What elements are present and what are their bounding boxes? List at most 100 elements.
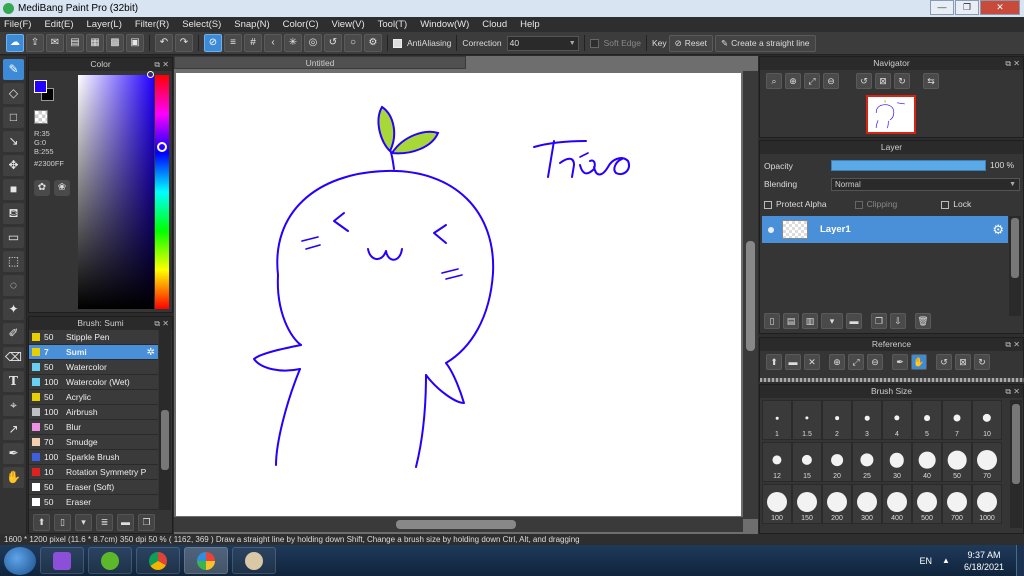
zoom-out-icon[interactable]: ⊖ bbox=[867, 354, 883, 370]
add-layer-menu-icon[interactable]: ▾ bbox=[821, 313, 843, 329]
scrollbar-thumb[interactable] bbox=[1011, 218, 1019, 278]
brush-size-cell[interactable]: 5 bbox=[912, 400, 942, 440]
divide-tool-icon[interactable]: ⌖ bbox=[3, 395, 24, 416]
maximize-button[interactable]: ❐ bbox=[955, 0, 979, 15]
panel-popout-close-icon[interactable]: ⧉ ✕ bbox=[1005, 385, 1020, 398]
comment-icon[interactable]: ✉ bbox=[46, 34, 64, 52]
snap-ellipse-icon[interactable]: ○ bbox=[344, 34, 362, 52]
open-reference-icon[interactable]: ⬆ bbox=[766, 354, 782, 370]
export-icon[interactable]: ⇪ bbox=[26, 34, 44, 52]
fill-rect-icon[interactable]: ■ bbox=[3, 179, 24, 200]
taskbar-visual-studio[interactable] bbox=[40, 547, 84, 574]
reset-rotation-icon[interactable]: ⊠ bbox=[875, 73, 891, 89]
create-straight-line-button[interactable]: ✎ Create a straight line bbox=[714, 34, 816, 52]
brush-row[interactable]: 50 Acrylic bbox=[29, 390, 158, 405]
menu-cloud[interactable]: Cloud bbox=[482, 19, 507, 30]
brush-size-cell[interactable]: 30 bbox=[882, 442, 912, 482]
rotate-left-icon[interactable]: ↺ bbox=[856, 73, 872, 89]
snap-off-icon[interactable]: ⊘ bbox=[204, 34, 222, 52]
minimize-button[interactable]: — bbox=[930, 0, 954, 15]
brush-folder-icon[interactable]: ▬ bbox=[117, 513, 134, 531]
lock-checkbox[interactable] bbox=[941, 199, 953, 209]
canvas-horizontal-scrollbar[interactable] bbox=[174, 517, 743, 532]
brush-add-icon[interactable]: ⬆ bbox=[33, 513, 50, 531]
close-button[interactable]: ✕ bbox=[980, 0, 1020, 15]
brush-row[interactable]: 50 Watercolor bbox=[29, 360, 158, 375]
scrollbar-thumb[interactable] bbox=[1012, 404, 1020, 484]
brush-row[interactable]: 50 Stipple Pen bbox=[29, 330, 158, 345]
brush-list-icon[interactable]: ≣ bbox=[96, 513, 113, 531]
scrollbar-thumb[interactable] bbox=[396, 520, 516, 529]
panel-popout-close-icon[interactable]: ⧉ ✕ bbox=[1005, 338, 1020, 351]
eyedropper-tool-icon[interactable]: ✒ bbox=[3, 443, 24, 464]
brush-new-icon[interactable]: ▯ bbox=[54, 513, 71, 531]
lasso-tool-icon[interactable]: ◌ bbox=[3, 275, 24, 296]
new-layer-icon[interactable]: ▯ bbox=[764, 313, 780, 329]
brush-size-cell[interactable]: 50 bbox=[942, 442, 972, 482]
brush-size-cell[interactable]: 1 bbox=[762, 400, 792, 440]
select-rect-icon[interactable]: ⬚ bbox=[3, 251, 24, 272]
magic-wand-icon[interactable]: ✦ bbox=[3, 299, 24, 320]
snap-settings-icon[interactable]: ⚙ bbox=[364, 34, 382, 52]
snap-curve-icon[interactable]: ↺ bbox=[324, 34, 342, 52]
taskbar-chrome[interactable] bbox=[136, 547, 180, 574]
panel-popout-close-icon[interactable]: ⧉ ✕ bbox=[154, 317, 169, 330]
clock[interactable]: 9:37 AM 6/18/2021 bbox=[964, 549, 1004, 573]
antialiasing-checkbox[interactable] bbox=[393, 38, 405, 49]
brush-row[interactable]: 50 Blur bbox=[29, 420, 158, 435]
panel-popout-close-icon[interactable]: ⧉ ✕ bbox=[1005, 57, 1020, 70]
brush-size-scrollbar[interactable] bbox=[1010, 400, 1022, 528]
menu-snap[interactable]: Snap(N) bbox=[234, 19, 269, 30]
canvas-vertical-scrollbar[interactable] bbox=[743, 71, 758, 519]
brush-size-cell[interactable]: 200 bbox=[822, 484, 852, 524]
brush-row[interactable]: 10 Rotation Symmetry P bbox=[29, 465, 158, 480]
new-halftone-layer-icon[interactable]: ▤ bbox=[783, 313, 799, 329]
brush-row[interactable]: 100 Watercolor (Wet) bbox=[29, 375, 158, 390]
document-icon[interactable]: ▤ bbox=[66, 34, 84, 52]
brush-size-cell[interactable]: 10 bbox=[972, 400, 1002, 440]
snap-perspective-icon[interactable]: ‹ bbox=[264, 34, 282, 52]
brush-size-cell[interactable]: 3 bbox=[852, 400, 882, 440]
page-icon[interactable]: ▦ bbox=[86, 34, 104, 52]
opacity-slider[interactable] bbox=[831, 160, 986, 171]
menu-filter[interactable]: Filter(R) bbox=[135, 19, 169, 30]
panel-popout-close-icon[interactable]: ⧉ ✕ bbox=[154, 58, 169, 71]
input-language[interactable]: EN bbox=[920, 556, 933, 566]
menu-file[interactable]: File(F) bbox=[4, 19, 31, 30]
taskbar-paint[interactable] bbox=[232, 547, 276, 574]
snap-circle-icon[interactable]: ◎ bbox=[304, 34, 322, 52]
eyedropper-icon[interactable]: ✒ bbox=[892, 354, 908, 370]
menu-select[interactable]: Select(S) bbox=[182, 19, 221, 30]
redo-icon[interactable]: ↷ bbox=[175, 34, 193, 52]
brush-size-cell[interactable]: 100 bbox=[762, 484, 792, 524]
brush-size-cell[interactable]: 20 bbox=[822, 442, 852, 482]
zoom-out-icon[interactable]: ⊖ bbox=[823, 73, 839, 89]
brush-size-cell[interactable]: 4 bbox=[882, 400, 912, 440]
menu-help[interactable]: Help bbox=[520, 19, 540, 30]
menu-window[interactable]: Window(W) bbox=[420, 19, 469, 30]
layer-list-scrollbar[interactable] bbox=[1009, 216, 1021, 316]
menu-edit[interactable]: Edit(E) bbox=[44, 19, 73, 30]
brush-size-cell[interactable]: 7 bbox=[942, 400, 972, 440]
taskbar-medibang[interactable] bbox=[184, 547, 228, 574]
brush-size-cell[interactable]: 700 bbox=[942, 484, 972, 524]
menu-view[interactable]: View(V) bbox=[332, 19, 365, 30]
brush-list-scrollbar[interactable] bbox=[159, 330, 171, 510]
snap-radial-icon[interactable]: ✳ bbox=[284, 34, 302, 52]
blending-select[interactable]: Normal ▼ bbox=[831, 178, 1020, 191]
bucket-tool-icon[interactable]: ⛾ bbox=[3, 203, 24, 224]
scrollbar-thumb[interactable] bbox=[746, 241, 755, 351]
brush-tool-icon[interactable]: ✎ bbox=[3, 59, 24, 80]
brush-size-cell[interactable]: 25 bbox=[852, 442, 882, 482]
brush-row[interactable]: 50 Eraser (Soft) bbox=[29, 480, 158, 495]
brush-size-cell[interactable]: 500 bbox=[912, 484, 942, 524]
brush-size-cell[interactable]: 15 bbox=[792, 442, 822, 482]
panel-icon[interactable]: ▣ bbox=[126, 34, 144, 52]
gear-icon[interactable]: ✲ bbox=[147, 347, 155, 358]
soft-edge-checkbox[interactable] bbox=[589, 38, 602, 49]
correction-select[interactable]: 40 ▼ bbox=[506, 35, 579, 51]
brush-size-cell[interactable]: 1.5 bbox=[792, 400, 822, 440]
dot-tool-icon[interactable]: □ bbox=[3, 107, 24, 128]
cloud-icon[interactable]: ☁ bbox=[6, 34, 24, 52]
reference-folder-icon[interactable]: ▬ bbox=[785, 354, 801, 370]
